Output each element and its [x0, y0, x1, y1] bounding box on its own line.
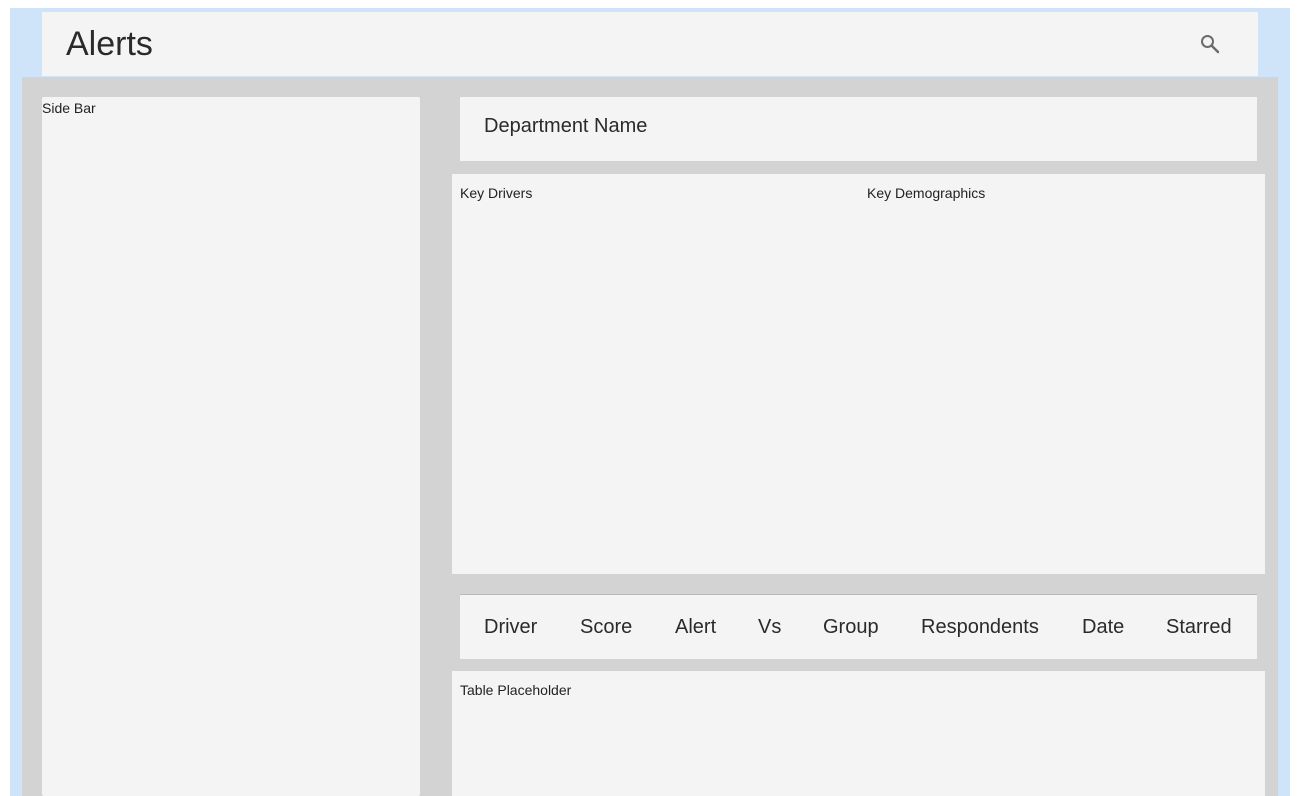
drivers-demographics-panel: Key Drivers Key Demographics — [452, 174, 1265, 574]
key-demographics-label: Key Demographics — [867, 185, 986, 201]
column-header-score[interactable]: Score — [580, 615, 632, 639]
header-bar: Alerts — [42, 12, 1258, 76]
table-header: Driver Score Alert Vs Group Respondents … — [460, 594, 1257, 659]
column-header-vs[interactable]: Vs — [758, 615, 781, 639]
key-drivers-label: Key Drivers — [460, 185, 533, 201]
search-icon — [1201, 35, 1220, 54]
table-panel: Table Placeholder — [452, 671, 1265, 796]
table-placeholder-label: Table Placeholder — [460, 682, 572, 698]
department-card: Department Name — [460, 97, 1257, 161]
column-header-group[interactable]: Group — [823, 615, 879, 639]
column-header-date[interactable]: Date — [1082, 615, 1124, 639]
column-header-driver[interactable]: Driver — [484, 615, 537, 639]
department-name: Department Name — [484, 115, 648, 137]
search-button[interactable] — [1198, 32, 1222, 56]
column-header-respondents[interactable]: Respondents — [921, 615, 1039, 639]
page-title: Alerts — [66, 25, 153, 63]
column-header-starred[interactable]: Starred — [1166, 615, 1232, 639]
column-header-alert[interactable]: Alert — [675, 615, 716, 639]
sidebar: Side Bar — [42, 97, 420, 796]
sidebar-label: Side Bar — [42, 100, 96, 116]
